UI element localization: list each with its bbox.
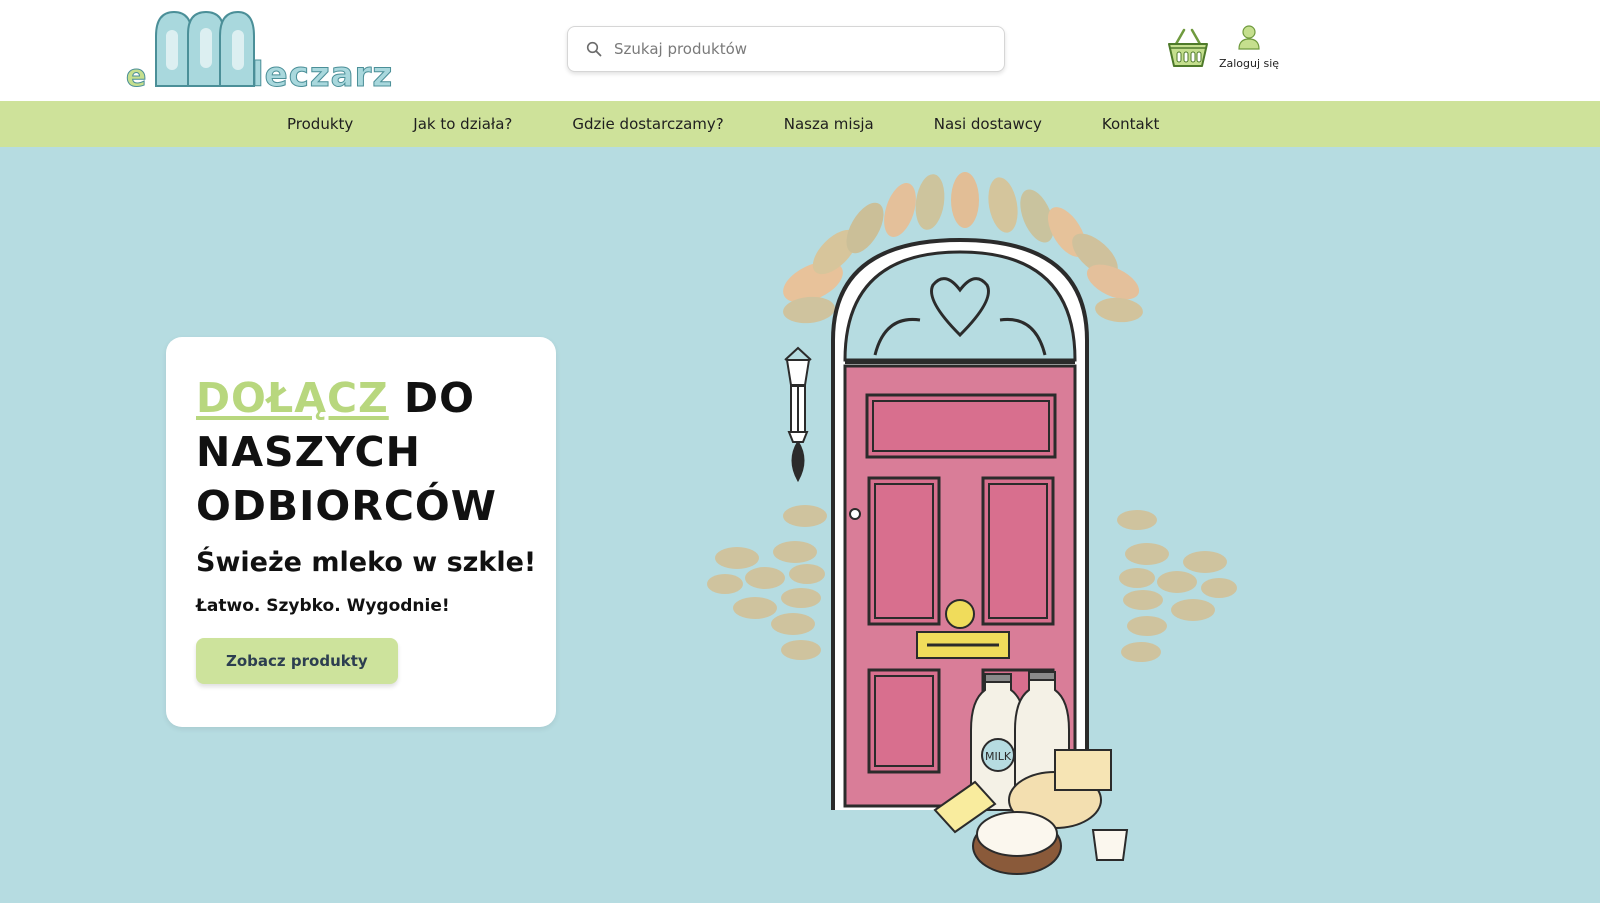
nav-item-nasza-misja[interactable]: Nasza misja <box>754 115 904 133</box>
emleczarz-logo[interactable]: e leczarz <box>126 8 406 90</box>
see-products-button[interactable]: Zobacz produkty <box>196 638 398 684</box>
doorknob-icon <box>849 508 861 520</box>
nav-item-produkty[interactable]: Produkty <box>257 115 383 133</box>
bottle-label: MILK <box>985 750 1012 763</box>
nav-item-jak-to-dziala[interactable]: Jak to działa? <box>383 115 542 133</box>
nav-item-kontakt[interactable]: Kontakt <box>1072 115 1189 133</box>
nav-item-nasi-dostawcy[interactable]: Nasi dostawcy <box>904 115 1072 133</box>
knocker-icon <box>945 599 975 629</box>
search-icon <box>586 41 602 57</box>
hero-card: Dołącz do naszych odbiorców Świeże mleko… <box>166 337 556 727</box>
site-header: e leczarz Zaloguj się <box>0 0 1600 101</box>
svg-text:e: e <box>126 59 146 90</box>
search-bar[interactable] <box>567 26 1005 72</box>
nav-item-gdzie-dostarczamy[interactable]: Gdzie dostarczamy? <box>542 115 753 133</box>
lantern-icon <box>784 346 812 483</box>
hero-subtitle: Świeże mleko w szkle! <box>196 547 537 578</box>
basket-icon[interactable] <box>1166 26 1210 70</box>
svg-text:leczarz: leczarz <box>252 55 393 90</box>
bricks-left <box>707 505 827 660</box>
user-icon <box>1238 25 1260 50</box>
hero-title: Dołącz do naszych odbiorców <box>196 371 526 533</box>
search-input[interactable] <box>614 40 974 58</box>
main-nav: Produkty Jak to działa? Gdzie dostarczam… <box>0 101 1600 147</box>
bricks-right <box>1117 510 1237 662</box>
door-illustration: MILK <box>707 172 1237 875</box>
login-label: Zaloguj się <box>1218 57 1280 70</box>
nav-list: Produkty Jak to działa? Gdzie dostarczam… <box>257 115 1189 133</box>
hero-title-accent: Dołącz <box>196 374 389 422</box>
hero-tagline: Łatwo. Szybko. Wygodnie! <box>196 596 450 616</box>
login-button[interactable]: Zaloguj się <box>1214 24 1284 74</box>
